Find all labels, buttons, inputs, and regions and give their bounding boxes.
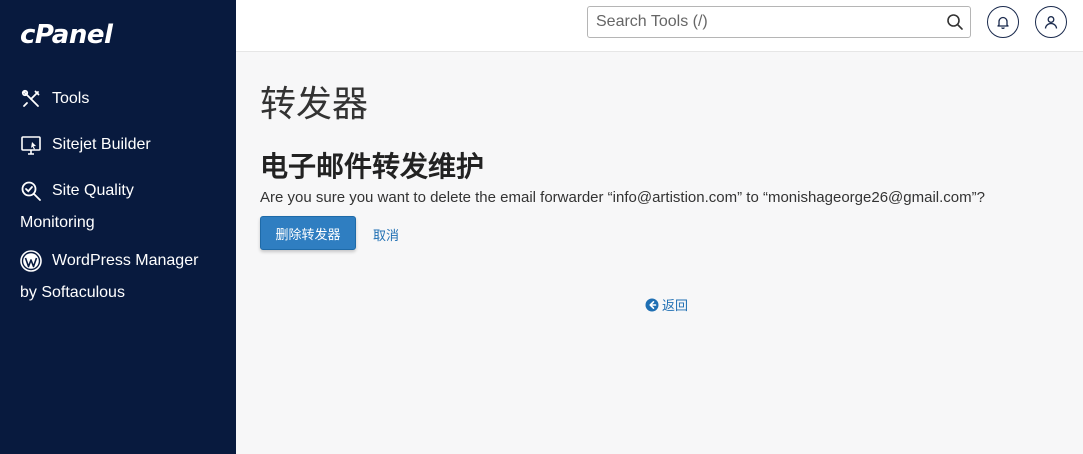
delete-confirmation-text: Are you sure you want to delete the emai… bbox=[260, 189, 985, 206]
section-title: 电子邮件转发维护 bbox=[260, 150, 485, 183]
main-content: 转发器 电子邮件转发维护 Are you sure you want to de… bbox=[236, 53, 1083, 454]
sidebar-item-label: WordPress Manager bbox=[52, 252, 199, 269]
user-menu-button[interactable] bbox=[1035, 6, 1067, 38]
sidebar-item-label: Tools bbox=[52, 90, 90, 107]
sidebar-item-label-line2: Monitoring bbox=[20, 214, 95, 231]
monitor-icon bbox=[21, 136, 41, 155]
top-bar bbox=[236, 0, 1083, 52]
sidebar-item-site-quality-monitoring[interactable]: Site Quality Monitoring bbox=[20, 181, 225, 233]
page-title: 转发器 bbox=[260, 84, 369, 125]
search-icon[interactable] bbox=[946, 13, 964, 31]
wordpress-icon bbox=[20, 250, 42, 272]
sidebar-item-wordpress-manager[interactable]: WordPress Manager by Softaculous bbox=[20, 250, 225, 303]
delete-forwarder-button[interactable]: 删除转发器 bbox=[260, 216, 356, 250]
notifications-button[interactable] bbox=[987, 6, 1019, 38]
bell-icon bbox=[997, 16, 1009, 29]
sidebar-item-tools[interactable]: Tools bbox=[20, 89, 225, 109]
circle-arrow-left-icon bbox=[645, 298, 659, 312]
sidebar-item-label: Site Quality bbox=[52, 182, 134, 199]
back-link-label: 返回 bbox=[662, 299, 689, 314]
sidebar-item-sitejet-builder[interactable]: Sitejet Builder bbox=[20, 135, 225, 155]
tools-icon bbox=[21, 89, 40, 107]
cpanel-logo[interactable]: cPanel bbox=[20, 20, 113, 50]
sidebar-item-label: Sitejet Builder bbox=[52, 136, 151, 153]
sidebar: cPanel Tools Sitejet Builder Site Qualit… bbox=[0, 0, 236, 454]
search-box[interactable] bbox=[587, 6, 971, 38]
sidebar-item-label-line2: by Softaculous bbox=[20, 284, 125, 301]
user-icon bbox=[1044, 16, 1058, 29]
search-input[interactable] bbox=[596, 11, 936, 33]
cancel-link[interactable]: 取消 bbox=[373, 225, 399, 244]
back-link[interactable]: 返回 bbox=[645, 295, 688, 314]
magnifier-check-icon bbox=[21, 181, 41, 201]
